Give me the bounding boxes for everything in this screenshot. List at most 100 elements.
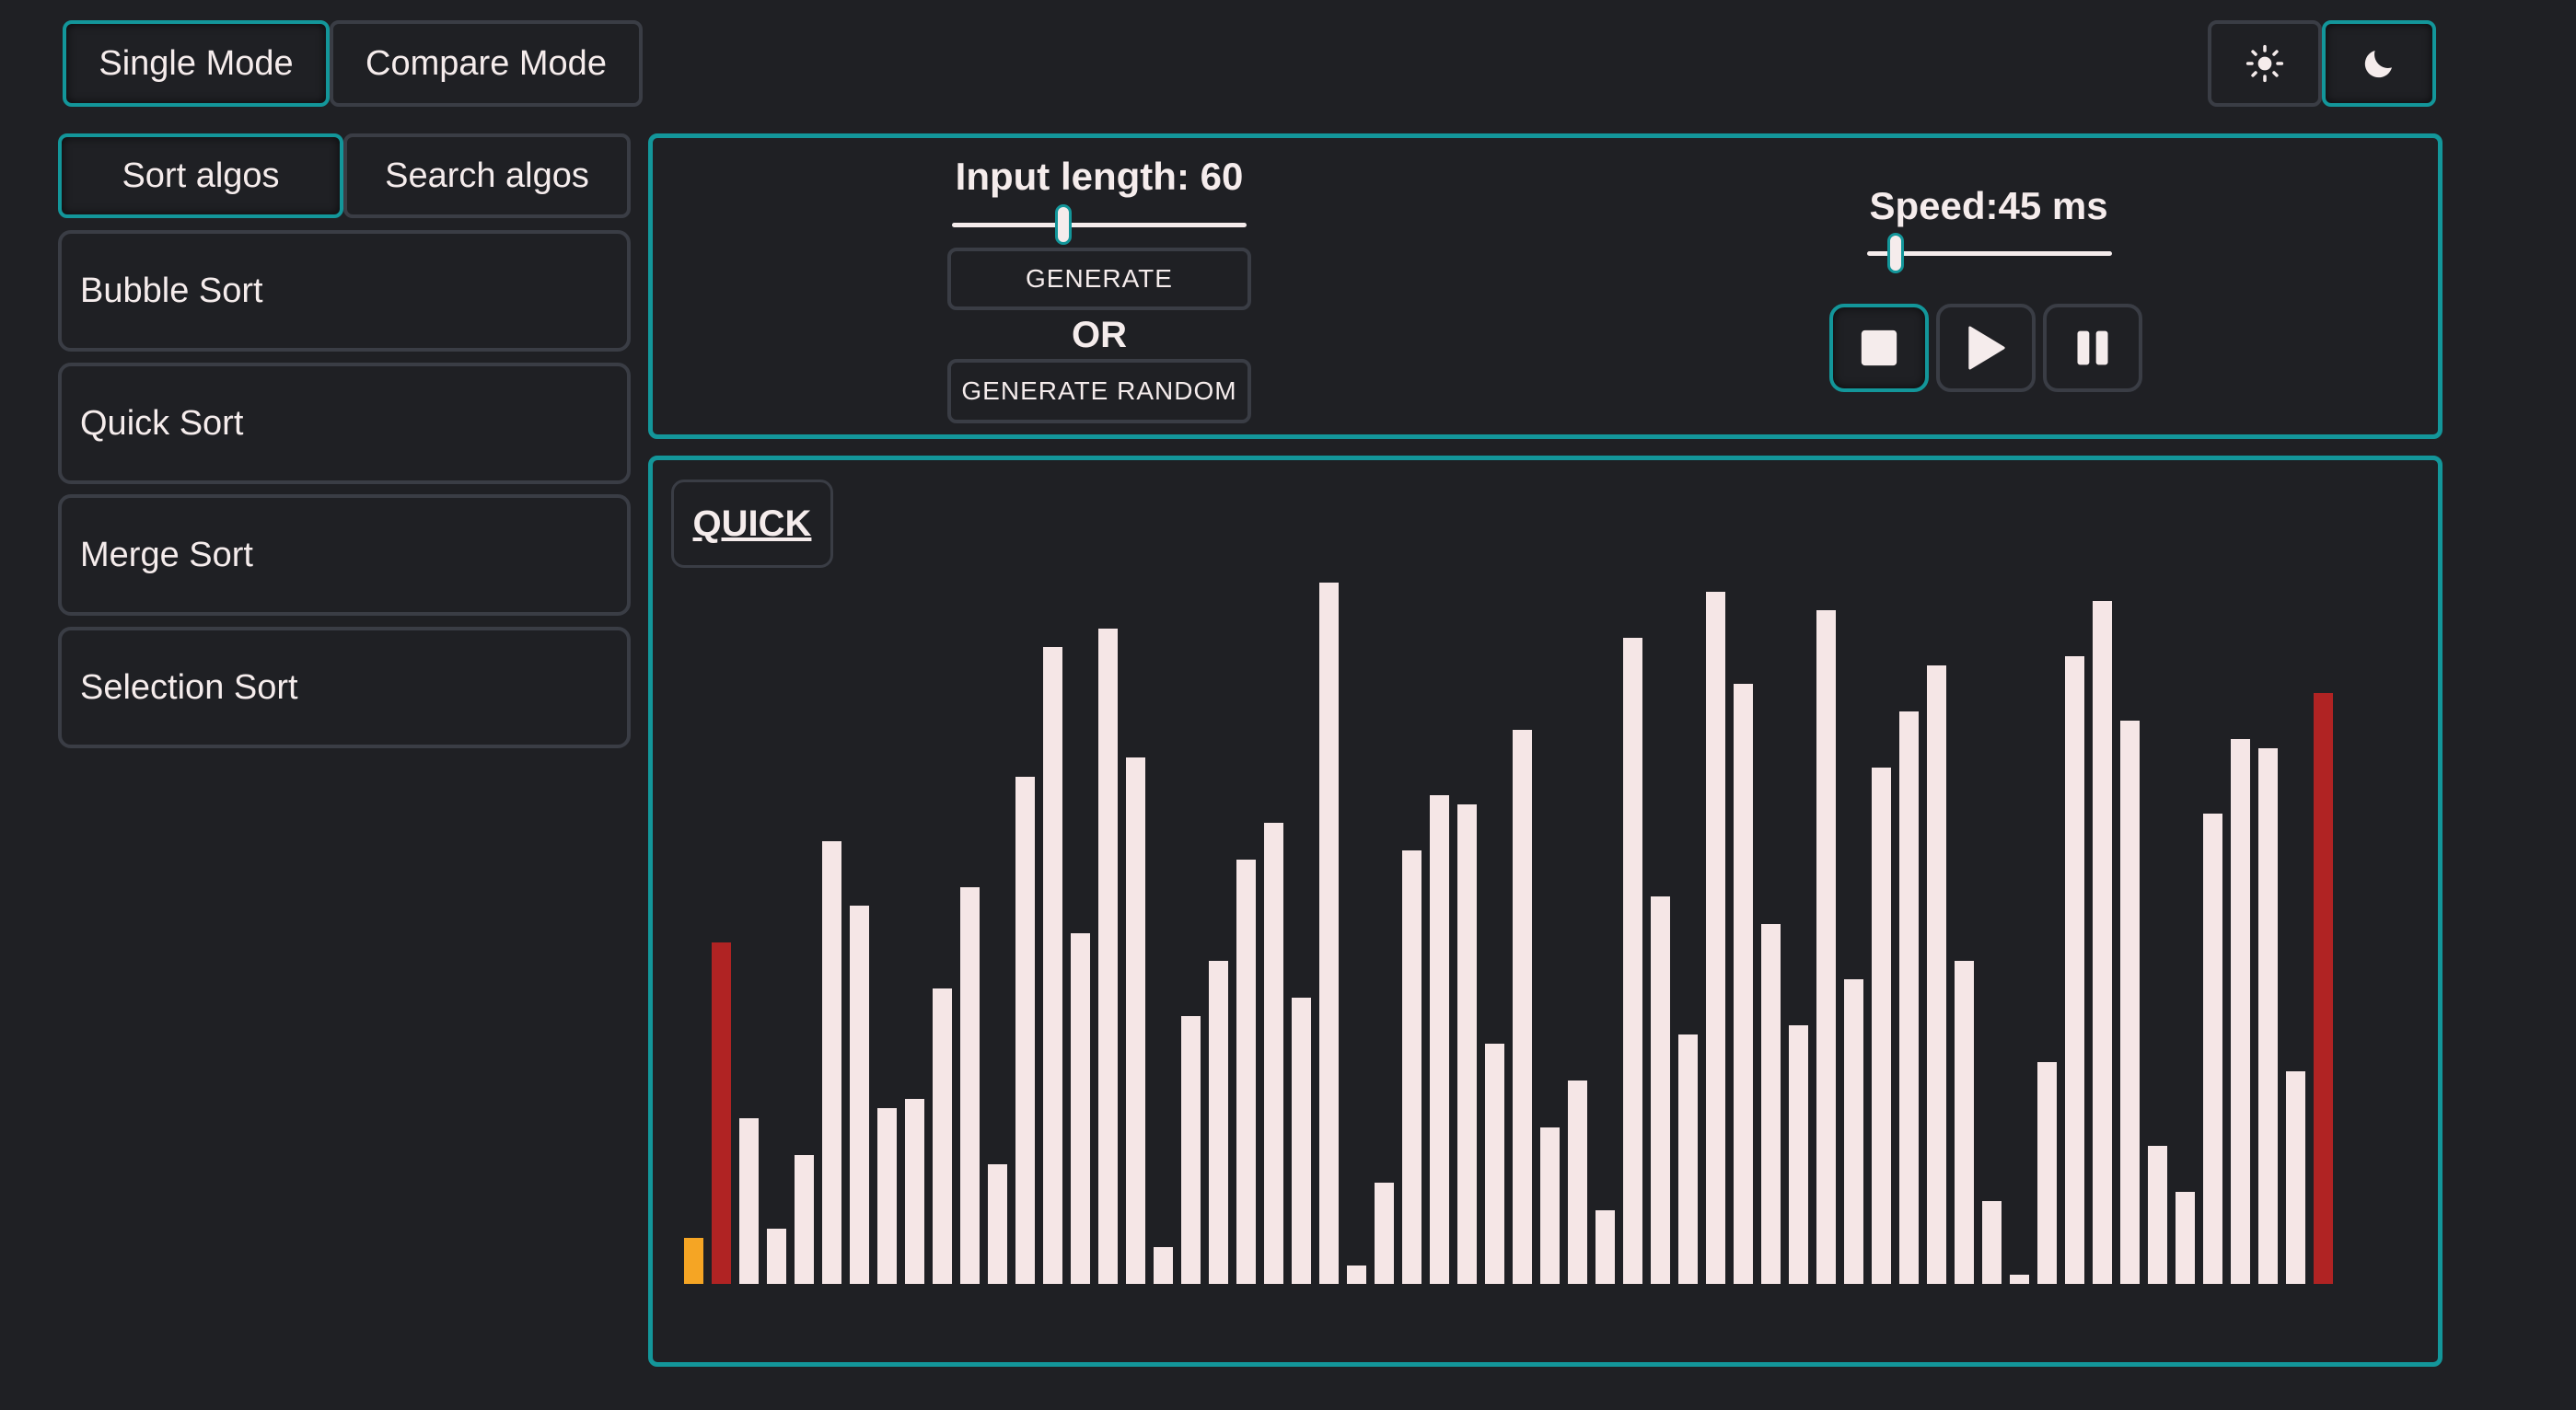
controls-panel [648, 133, 2443, 439]
array-bar [1816, 610, 1836, 1284]
search-algos-tab[interactable]: Search algos [343, 133, 631, 218]
array-bar [1872, 768, 1891, 1284]
sort-algos-tab[interactable]: Sort algos [58, 133, 343, 218]
algo-item-selection-sort[interactable]: Selection Sort [58, 627, 631, 748]
array-bar [1292, 998, 1311, 1284]
array-bar [1678, 1034, 1698, 1284]
array-bar [2258, 748, 2278, 1284]
array-bar [1043, 647, 1062, 1284]
array-bar [1734, 684, 1753, 1284]
array-bar [1236, 860, 1256, 1284]
algo-item-label: Merge Sort [80, 535, 253, 574]
array-bar [933, 988, 952, 1284]
array-bar [1071, 933, 1090, 1284]
array-bar [1375, 1183, 1394, 1284]
algo-item-label: Quick Sort [80, 403, 244, 443]
algo-item-merge-sort[interactable]: Merge Sort [58, 494, 631, 616]
speed-label: Speed:45 ms [1869, 184, 2108, 227]
array-bar [684, 1238, 703, 1284]
array-bar [1098, 629, 1118, 1284]
generate-random-label: GENERATE RANDOM [961, 376, 1237, 405]
array-bar [1430, 795, 1449, 1284]
input-length-thumb[interactable] [1055, 204, 1072, 245]
array-bar [2203, 814, 2222, 1284]
array-bar [2176, 1192, 2195, 1284]
array-bar [905, 1099, 924, 1284]
generate-button[interactable]: GENERATE [947, 248, 1251, 310]
array-bar [1651, 896, 1670, 1284]
dark-theme-button[interactable] [2322, 20, 2436, 107]
array-bar [767, 1229, 786, 1284]
generate-random-button[interactable]: GENERATE RANDOM [947, 359, 1251, 423]
array-bar [1015, 777, 1035, 1284]
array-bar [1789, 1025, 1808, 1284]
array-bar [850, 906, 869, 1284]
array-bar [960, 887, 980, 1284]
array-bar [739, 1118, 759, 1284]
speed-slider[interactable] [1867, 233, 2112, 273]
input-length-label: Input length: 60 [955, 155, 1244, 198]
play-button[interactable] [1936, 304, 2036, 392]
array-bar [2148, 1146, 2167, 1284]
array-bar [1209, 961, 1228, 1284]
array-bar [1540, 1127, 1560, 1284]
input-length-slider[interactable] [952, 204, 1247, 245]
speed-thumb[interactable] [1887, 233, 1904, 273]
input-length-track [952, 223, 1247, 227]
stop-icon [1861, 329, 1897, 366]
array-bar [1623, 638, 1642, 1284]
array-bar [2010, 1275, 2029, 1284]
compare-mode-label: Compare Mode [366, 43, 607, 83]
array-bar [1761, 924, 1781, 1284]
array-bar [1181, 1016, 1201, 1284]
array-bar [1844, 979, 1863, 1284]
array-bar [877, 1108, 897, 1284]
array-bar [1264, 823, 1283, 1284]
stop-button[interactable] [1829, 304, 1929, 392]
array-bar [1154, 1247, 1173, 1284]
pause-button[interactable] [2043, 304, 2142, 392]
array-bar [1402, 850, 1421, 1284]
moon-icon [2364, 51, 2392, 78]
sun-icon [2245, 44, 2284, 83]
algo-item-label: Selection Sort [80, 667, 298, 707]
array-bar [988, 1164, 1007, 1284]
array-bar [1927, 665, 1946, 1284]
algo-item-quick-sort[interactable]: Quick Sort [58, 363, 631, 484]
array-bar [712, 942, 731, 1284]
array-bar [2093, 601, 2112, 1284]
array-bar [2120, 721, 2140, 1284]
light-theme-button[interactable] [2208, 20, 2322, 107]
array-bar [1706, 592, 1725, 1284]
array-bar [795, 1155, 814, 1284]
array-bar [1568, 1081, 1587, 1284]
array-bar [1955, 961, 1974, 1284]
bar-chart [684, 552, 2341, 1284]
array-bar [1319, 583, 1339, 1284]
array-bar [1595, 1210, 1615, 1284]
algo-item-bubble-sort[interactable]: Bubble Sort [58, 230, 631, 352]
single-mode-label: Single Mode [99, 43, 294, 83]
algorithm-title: QUICK [692, 503, 812, 544]
array-bar [1899, 711, 1919, 1284]
sort-algos-label: Sort algos [122, 156, 280, 195]
array-bar [2286, 1071, 2305, 1284]
array-bar [822, 841, 841, 1284]
array-bar [1126, 757, 1145, 1284]
search-algos-label: Search algos [385, 156, 589, 195]
array-bar [1513, 730, 1532, 1284]
generate-label: GENERATE [1026, 264, 1173, 293]
array-bar [2314, 693, 2333, 1284]
algo-item-label: Bubble Sort [80, 271, 263, 310]
array-bar [2037, 1062, 2057, 1284]
play-icon [1968, 326, 2005, 370]
or-label: OR [1072, 315, 1127, 355]
array-bar [1485, 1044, 1504, 1284]
single-mode-tab[interactable]: Single Mode [63, 20, 330, 107]
array-bar [1347, 1266, 1366, 1284]
array-bar [1982, 1201, 2002, 1284]
compare-mode-tab[interactable]: Compare Mode [330, 20, 643, 107]
array-bar [2231, 739, 2250, 1284]
pause-icon [2077, 330, 2108, 365]
array-bar [1457, 804, 1477, 1284]
